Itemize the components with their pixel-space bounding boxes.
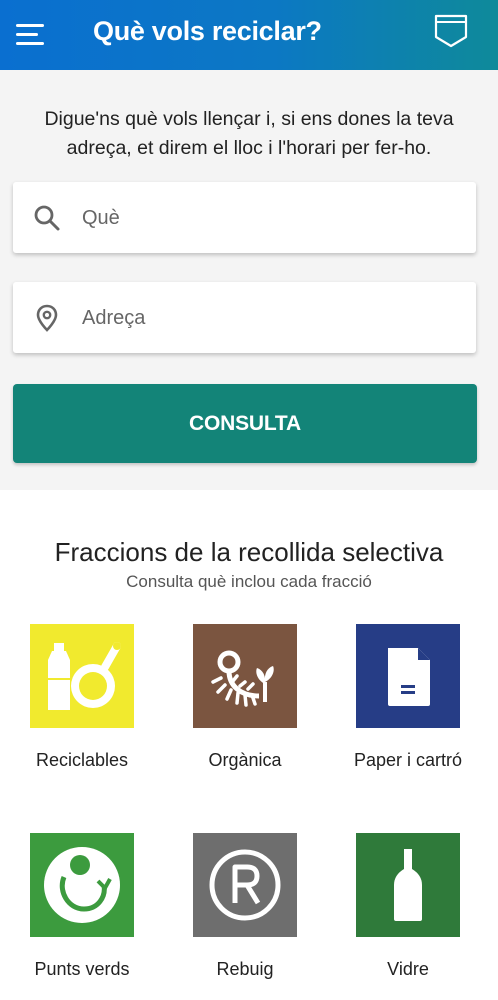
fraction-tile-paper[interactable]: Paper i cartró xyxy=(343,624,473,771)
fraction-tile-organica[interactable]: Orgànica xyxy=(180,624,310,771)
fraction-label: Rebuig xyxy=(216,959,274,979)
fraction-square xyxy=(30,624,134,728)
what-input[interactable] xyxy=(80,182,464,255)
app-header: Què vols reciclar? xyxy=(0,0,498,70)
page-title: Què vols reciclar? xyxy=(93,16,322,46)
fraction-label: Paper i cartró xyxy=(353,750,463,770)
consulta-button[interactable]: CONSULTA xyxy=(13,384,477,463)
fraction-square xyxy=(193,833,297,937)
fraction-tile-rebuig[interactable]: Rebuig xyxy=(180,833,310,980)
bottle-and-pan-icon xyxy=(48,642,121,710)
what-field[interactable] xyxy=(13,182,476,255)
intro-text: Digue'ns què vols llençar i, si ens done… xyxy=(44,108,454,159)
registered-r-icon xyxy=(209,849,281,921)
address-input[interactable] xyxy=(80,282,464,355)
fraction-tile-vidre[interactable]: Vidre xyxy=(343,833,473,980)
fraction-square xyxy=(356,624,460,728)
glass-bottle-icon xyxy=(394,849,422,921)
fraction-label: Vidre xyxy=(387,959,429,979)
location-pin-icon xyxy=(36,304,58,332)
fraction-label: Reciclables xyxy=(35,750,129,770)
fractions-subtitle: Consulta què inclou cada fracció xyxy=(126,572,372,591)
recycle-circle-icon xyxy=(44,847,120,923)
fraction-label: Punts verds xyxy=(34,959,130,979)
fish-bone-and-sprout-icon xyxy=(211,650,274,707)
fraction-label: Orgànica xyxy=(208,750,282,770)
shield-icon[interactable] xyxy=(433,13,469,49)
address-field[interactable] xyxy=(13,282,476,355)
fractions-title: Fraccions de la recollida selectiva xyxy=(54,537,444,567)
fraction-square xyxy=(30,833,134,937)
search-icon xyxy=(34,205,60,231)
fraction-tile-reciclables[interactable]: Reciclables xyxy=(17,624,147,771)
hamburger-menu-icon[interactable] xyxy=(16,22,48,48)
fraction-tile-punts-verds[interactable]: Punts verds xyxy=(17,833,147,980)
search-section: Digue'ns què vols llençar i, si ens done… xyxy=(0,70,498,490)
fraction-square xyxy=(356,833,460,937)
fractions-section: Fraccions de la recollida selectiva Cons… xyxy=(0,490,498,1000)
document-icon xyxy=(388,648,430,706)
fraction-square xyxy=(193,624,297,728)
